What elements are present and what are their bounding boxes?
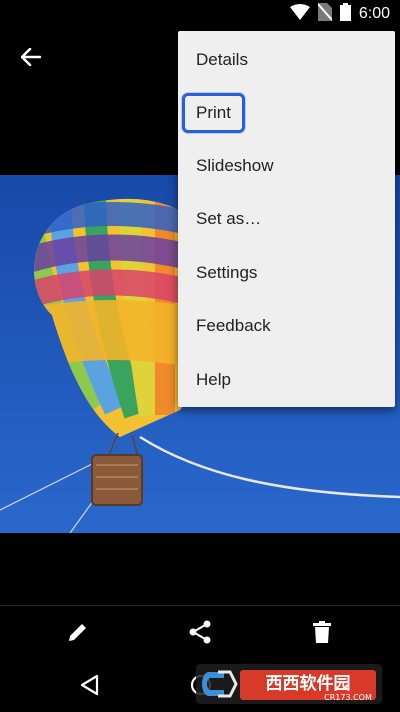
back-button[interactable] (14, 44, 48, 74)
overflow-menu: Details Print Slideshow Set as… Settings… (178, 31, 395, 407)
nav-back-icon (79, 674, 99, 701)
watermark-logo: 西西软件园 CR173.COM (196, 664, 382, 704)
delete-icon (313, 620, 331, 648)
no-sim-icon (317, 2, 333, 26)
battery-icon (339, 2, 351, 26)
watermark-subtext: CR173.COM (324, 693, 372, 702)
menu-item-label: Help (196, 369, 231, 389)
menu-item-label: Settings (196, 262, 258, 282)
menu-item-label: Slideshow (196, 155, 274, 175)
menu-item-feedback[interactable]: Feedback (178, 299, 395, 352)
menu-item-label: Details (196, 49, 248, 69)
share-button[interactable] (186, 620, 214, 648)
nav-back-button[interactable] (74, 672, 104, 702)
status-bar: 6:00 (0, 0, 400, 28)
delete-button[interactable] (308, 620, 336, 648)
menu-item-print[interactable]: Print (178, 86, 395, 139)
watermark-text: 西西软件园 (266, 673, 351, 694)
menu-item-label: Set as… (196, 208, 262, 228)
menu-item-settings[interactable]: Settings (178, 246, 395, 299)
menu-item-details[interactable]: Details (178, 33, 395, 86)
menu-item-label: Print (182, 92, 245, 133)
status-time: 6:00 (358, 5, 390, 22)
edit-icon (67, 621, 89, 648)
arrow-back-icon (20, 47, 42, 71)
edit-button[interactable] (64, 620, 92, 648)
wifi-icon (289, 3, 310, 25)
menu-item-help[interactable]: Help (178, 353, 395, 406)
menu-item-label: Feedback (196, 315, 271, 335)
menu-item-set-as[interactable]: Set as… (178, 192, 395, 245)
status-icons: 6:00 (289, 2, 390, 26)
bottom-action-bar (0, 605, 400, 660)
share-icon (189, 620, 211, 649)
menu-item-slideshow[interactable]: Slideshow (178, 139, 395, 192)
